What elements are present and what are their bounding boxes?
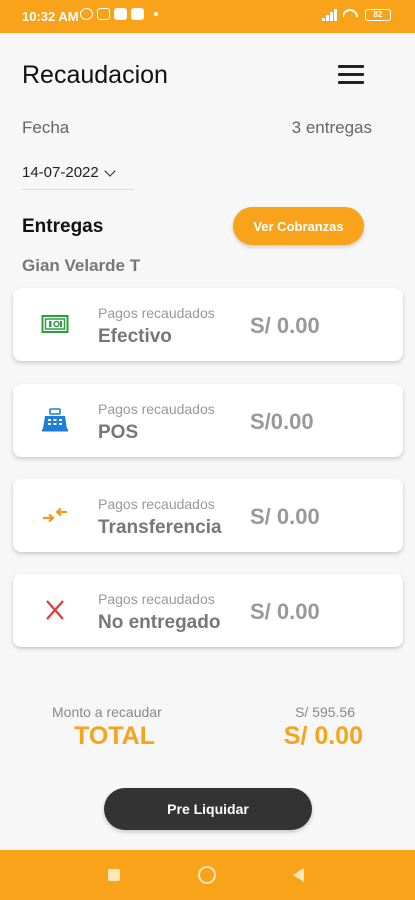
page-title: Recaudacion bbox=[22, 61, 168, 89]
card-subtitle: Pagos recaudados bbox=[98, 496, 215, 512]
date-value: 14-07-2022 bbox=[22, 164, 99, 181]
card-method-name: Transferencia bbox=[98, 517, 222, 538]
notification-icons bbox=[80, 8, 158, 20]
monto-value: S/ 595.56 bbox=[295, 704, 355, 720]
deliveries-count: 3 entregas bbox=[291, 118, 372, 137]
wifi-icon bbox=[343, 9, 359, 21]
chevron-down-icon bbox=[104, 164, 116, 177]
ver-cobranzas-button[interactable]: Ver Cobranzas bbox=[233, 207, 364, 245]
payment-card-pos[interactable]: Pagos recaudados POS S/0.00 bbox=[13, 384, 403, 457]
collector-name: Gian Velarde T bbox=[22, 256, 141, 275]
youtube-icon bbox=[131, 8, 144, 20]
hamburger-menu-icon[interactable] bbox=[338, 65, 366, 87]
battery-icon: 82 bbox=[365, 9, 391, 21]
pre-liquidar-button[interactable]: Pre Liquidar bbox=[104, 788, 312, 830]
card-method-name: POS bbox=[98, 422, 139, 443]
card-amount: S/ 0.00 bbox=[250, 504, 320, 529]
total-label: TOTAL bbox=[74, 722, 156, 750]
system-nav-bar bbox=[0, 850, 415, 900]
cash-icon bbox=[41, 315, 69, 333]
close-x-icon bbox=[46, 600, 64, 620]
card-method-name: No entregado bbox=[98, 612, 221, 633]
youtube-icon bbox=[114, 8, 127, 20]
back-icon[interactable] bbox=[293, 868, 304, 882]
card-method-name: Efectivo bbox=[98, 326, 172, 347]
status-time: 10:32 AM bbox=[22, 9, 79, 24]
monto-label: Monto a recaudar bbox=[52, 704, 162, 720]
date-label: Fecha bbox=[22, 118, 70, 137]
alarm-icon bbox=[80, 8, 93, 20]
card-subtitle: Pagos recaudados bbox=[98, 591, 215, 607]
payment-card-efectivo[interactable]: Pagos recaudados Efectivo S/ 0.00 bbox=[13, 288, 403, 361]
card-subtitle: Pagos recaudados bbox=[98, 401, 215, 417]
card-amount: S/ 0.00 bbox=[250, 313, 320, 338]
card-amount: S/ 0.00 bbox=[250, 599, 320, 624]
date-dropdown[interactable]: 14-07-2022 bbox=[22, 164, 116, 181]
recents-icon[interactable] bbox=[108, 869, 120, 881]
app-notification-icon bbox=[97, 8, 110, 20]
card-amount: S/0.00 bbox=[250, 409, 314, 434]
date-underline bbox=[22, 189, 134, 190]
pos-terminal-icon bbox=[42, 408, 68, 432]
total-value: S/ 0.00 bbox=[283, 722, 363, 750]
status-bar: 10:32 AM 82 bbox=[0, 0, 415, 33]
signal-icon bbox=[322, 9, 337, 21]
payment-card-no-entregado[interactable]: Pagos recaudados No entregado S/ 0.00 bbox=[13, 574, 403, 647]
transfer-arrows-icon bbox=[43, 507, 67, 523]
home-icon[interactable] bbox=[198, 866, 216, 884]
more-notifications-dot bbox=[154, 12, 158, 16]
system-icons: 82 bbox=[322, 9, 391, 21]
payment-card-transferencia[interactable]: Pagos recaudados Transferencia S/ 0.00 bbox=[13, 479, 403, 552]
section-title: Entregas bbox=[22, 216, 104, 237]
card-subtitle: Pagos recaudados bbox=[98, 305, 215, 321]
